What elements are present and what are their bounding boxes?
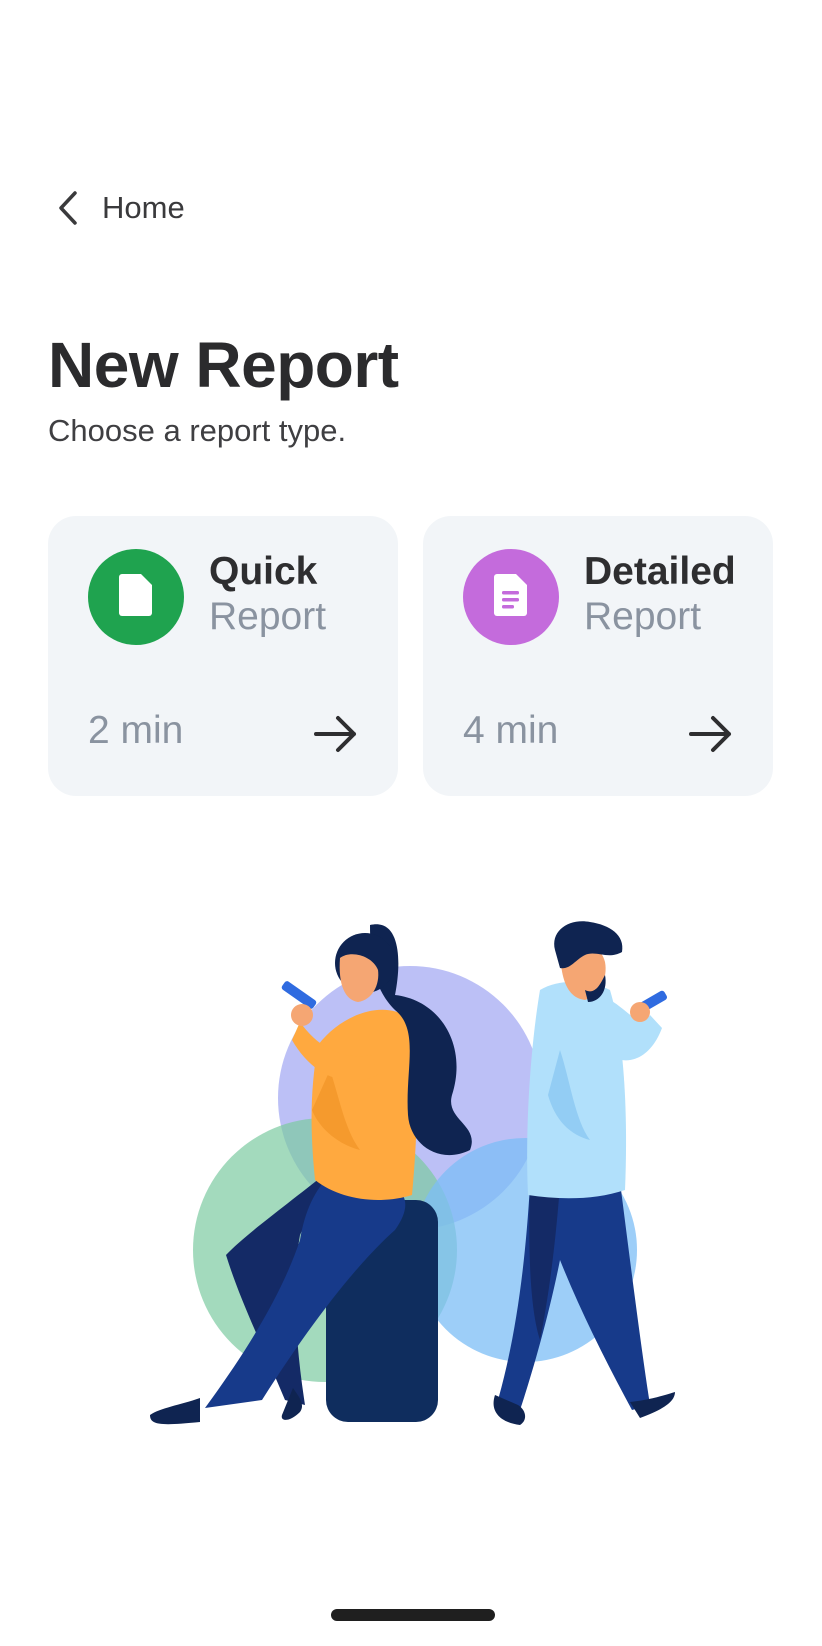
quick-report-subtitle: Report [209, 595, 327, 638]
quick-report-duration: 2 min [88, 709, 184, 752]
home-indicator[interactable] [331, 1609, 495, 1621]
detailed-report-title: Detailed [584, 550, 736, 593]
quick-report-badge [88, 549, 184, 645]
back-button[interactable]: Home [48, 180, 185, 236]
back-label: Home [102, 190, 185, 225]
page-subtitle: Choose a report type. [48, 413, 347, 448]
quick-report-title: Quick [209, 550, 318, 593]
detailed-report-card[interactable]: Detailed Report 4 min [423, 516, 773, 796]
detailed-report-subtitle: Report [584, 595, 702, 638]
page-title: New Report [48, 329, 399, 401]
detailed-report-badge [463, 549, 559, 645]
document-icon [117, 572, 155, 623]
arrow-right-icon [687, 710, 735, 758]
quick-report-card[interactable]: Quick Report 2 min [48, 516, 398, 796]
people-with-phones-illustration [150, 921, 675, 1425]
detailed-report-duration: 4 min [463, 709, 559, 752]
arrow-right-icon [312, 710, 360, 758]
chevron-left-icon [48, 188, 88, 228]
document-lines-icon [492, 572, 530, 623]
